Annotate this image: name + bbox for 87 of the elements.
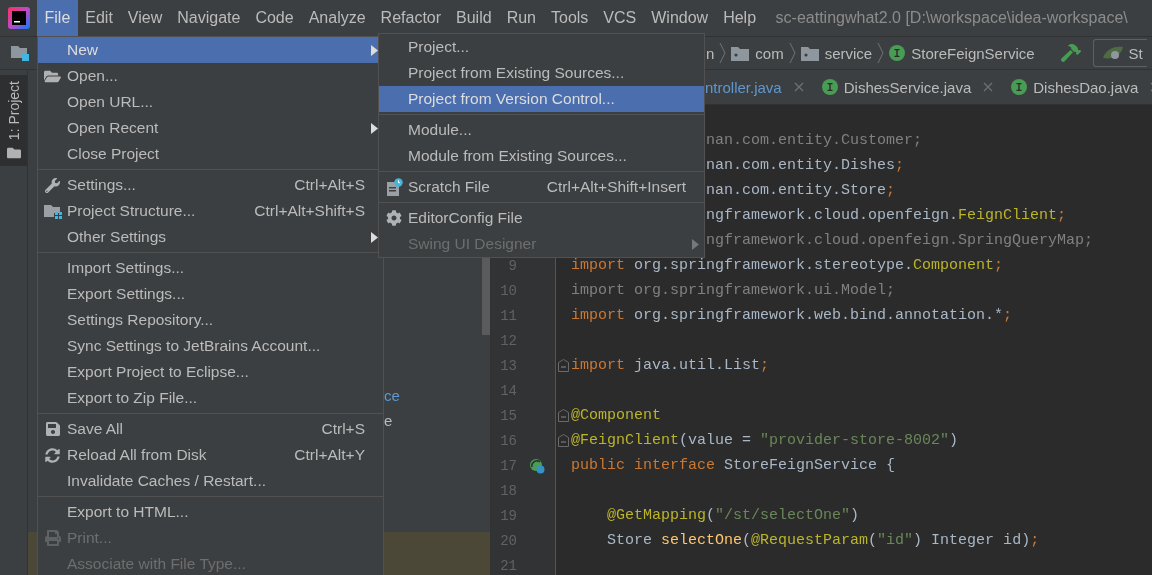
menu-item[interactable]: Invalidate Caches / Restart...: [38, 468, 383, 494]
run-configuration-button[interactable]: St: [1092, 39, 1147, 67]
folder-icon: [800, 45, 819, 61]
refresh-icon: [45, 447, 60, 463]
menu-item[interactable]: Sync Settings to JetBrains Account...: [38, 333, 383, 359]
menu-item[interactable]: Export Project to Eclipse...: [38, 359, 383, 385]
editor-tab[interactable]: DishesDao.java: [1011, 78, 1152, 96]
interface-icon: [1011, 79, 1028, 95]
window-title: sc-eattingwhat2.0 [D:\workspace\idea-workspace\: [774, 8, 1128, 28]
submenu-arrow-icon: [691, 238, 699, 250]
menu[interactable]: Analyze: [301, 0, 374, 36]
chevron-icon: [788, 42, 796, 64]
chevron-icon: [719, 42, 727, 64]
code-line: import org.springframework.stereotype.Component;: [571, 257, 1004, 274]
printer-icon: [44, 530, 61, 546]
code-line: @FeignClient(value = "provider-store-8002"): [571, 432, 959, 449]
menu-item[interactable]: Export Settings...: [38, 281, 383, 307]
menu[interactable]: Refactor: [373, 0, 449, 36]
tree-item[interactable]: ce: [384, 383, 490, 408]
folder-grid-icon: [43, 203, 62, 219]
code-line: Store selectOne(@RequestParam("id") Integer id);: [606, 532, 1040, 549]
code-line: public interface StoreFeignService {: [571, 457, 896, 474]
hammer-icon[interactable]: [1060, 43, 1081, 63]
close-icon[interactable]: [793, 82, 804, 92]
folder-icon: [6, 146, 21, 161]
code-line: @Component: [571, 407, 661, 424]
fold-marker-icon[interactable]: [558, 409, 569, 422]
fold-marker-icon[interactable]: [558, 434, 569, 447]
breadcrumb[interactable]: n: [706, 44, 715, 62]
code-line: nan.com.entity.Dishes;: [706, 157, 905, 174]
menu[interactable]: Navigate: [169, 0, 248, 36]
interface-icon: [889, 45, 906, 61]
code-line: import org.springframework.ui.Model;: [571, 282, 896, 299]
menu-item[interactable]: Export to Zip File...: [38, 385, 383, 411]
code-line: import java.util.List;: [571, 357, 770, 374]
menu-item[interactable]: Scratch File Ctrl+Alt+Shift+Insert: [379, 174, 704, 200]
menu-item[interactable]: Import Settings...: [38, 255, 383, 281]
leaf-icon: [1101, 45, 1124, 61]
close-icon[interactable]: [983, 82, 994, 92]
scratch-file-icon: [384, 178, 403, 196]
submenu-arrow-icon: [370, 231, 378, 243]
menu[interactable]: View: [120, 0, 170, 36]
menu[interactable]: VCS: [595, 0, 644, 36]
menu[interactable]: Tools: [543, 0, 596, 36]
shortcut-text: Ctrl+Alt+Shift+Insert: [545, 178, 686, 196]
breadcrumb[interactable]: StoreFeignService: [889, 44, 1035, 62]
project-folder-icon: [11, 45, 29, 61]
shortcut-text: Ctrl+Alt+Shift+S: [253, 202, 365, 220]
menu[interactable]: Help: [715, 0, 764, 36]
code-line: ngframework.cloud.openfeign.SpringQueryMap;: [706, 232, 1094, 249]
menu[interactable]: Edit: [77, 0, 121, 36]
menu-item[interactable]: Save All Ctrl+S: [38, 416, 383, 442]
shortcut-text: Ctrl+Alt+S: [293, 176, 365, 194]
chevron-icon: [877, 42, 885, 64]
menu-item[interactable]: Module from Existing Sources...: [379, 143, 704, 169]
menu-item[interactable]: Reload All from Disk Ctrl+Alt+Y: [38, 442, 383, 468]
interface-icon: [821, 79, 838, 95]
menu[interactable]: Run: [499, 0, 544, 36]
menu[interactable]: Window: [643, 0, 716, 36]
submenu-arrow-icon: [370, 44, 378, 56]
shortcut-text: Ctrl+Alt+Y: [293, 446, 365, 464]
breadcrumb[interactable]: service: [800, 44, 873, 62]
menu[interactable]: Code: [247, 0, 302, 36]
app-logo-icon: [7, 7, 30, 29]
code-line: @GetMapping("/st/selectOne"): [606, 507, 860, 524]
editor-tab[interactable]: ntroller.java: [705, 78, 812, 96]
editor-tab[interactable]: DishesService.java: [821, 78, 1002, 96]
menu[interactable]: File: [37, 0, 78, 36]
menu-item[interactable]: Export to HTML...: [38, 499, 383, 525]
fold-marker-icon[interactable]: [558, 359, 569, 372]
menu-item[interactable]: Project from Version Control...: [379, 86, 704, 112]
menu[interactable]: Build: [448, 0, 500, 36]
scrollbar-thumb[interactable]: [482, 255, 490, 335]
code-line: nan.com.entity.Store;: [706, 182, 896, 199]
tree-item[interactable]: e: [384, 408, 490, 433]
breadcrumb[interactable]: com: [731, 44, 784, 62]
code-line: ngframework.cloud.openfeign.FeignClient;: [706, 207, 1067, 224]
submenu-arrow-icon: [370, 122, 378, 134]
menu-item[interactable]: Settings Repository...: [38, 307, 383, 333]
wrench-icon: [45, 177, 60, 193]
gear-icon: [385, 210, 402, 226]
shortcut-text: Ctrl+S: [320, 420, 365, 438]
code-line: nan.com.entity.Customer;: [706, 132, 923, 149]
tool-window-tab[interactable]: 1: Project: [0, 75, 27, 167]
folder-icon: [731, 45, 750, 61]
implemented-icon[interactable]: [528, 457, 545, 474]
code-line: import org.springframework.web.bind.annotation.*;: [571, 307, 1013, 324]
